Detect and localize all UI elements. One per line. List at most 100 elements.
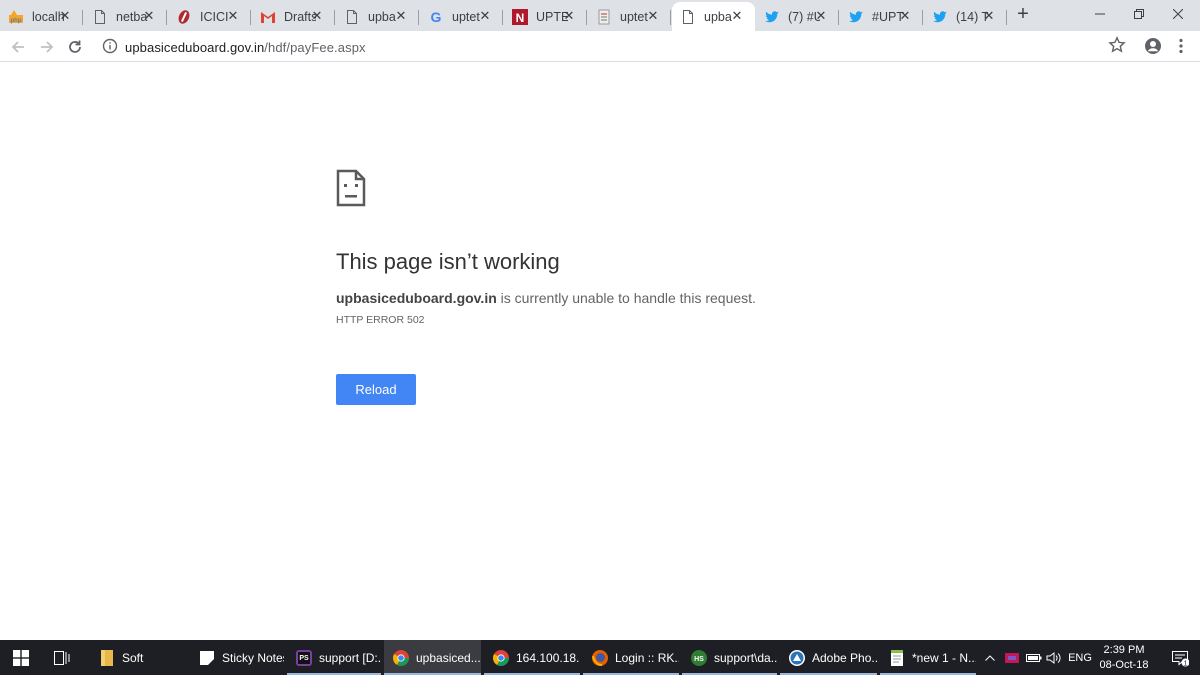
info-icon[interactable] [102, 38, 118, 54]
tab-close-icon[interactable]: ✕ [897, 8, 913, 24]
chrome-icon [392, 649, 410, 667]
account-icon[interactable] [1144, 37, 1162, 55]
back-button[interactable] [6, 35, 30, 59]
notepad-plus-icon [888, 649, 906, 667]
tab-separator [838, 10, 839, 25]
browser-tab[interactable]: php localh ✕ [0, 2, 83, 31]
sticky-notes-icon [198, 649, 216, 667]
tab-close-icon[interactable]: ✕ [645, 8, 661, 24]
windows-taskbar: Soft Sticky Notes PS support [D:... upbasice… [0, 640, 1200, 675]
taskbar-item-label: Sticky Notes [222, 650, 284, 665]
svg-text:HS: HS [694, 656, 704, 663]
task-view-icon [54, 650, 70, 665]
restore-icon [1134, 9, 1144, 19]
forward-button[interactable] [35, 35, 59, 59]
bookmark-star-icon[interactable] [1108, 36, 1126, 54]
taskbar-item[interactable]: *new 1 - N... [880, 640, 976, 675]
tab-close-icon[interactable]: ✕ [141, 8, 157, 24]
tab-close-icon[interactable]: ✕ [309, 8, 325, 24]
browser-tab[interactable]: Guptet ✕ [420, 2, 503, 31]
tab-close-icon[interactable]: ✕ [981, 8, 997, 24]
page-icon [92, 9, 108, 25]
page-icon [680, 9, 696, 25]
clock-date: 08-Oct-18 [1099, 659, 1149, 671]
taskbar-item[interactable]: Login :: RK... [583, 640, 679, 675]
tab-close-icon[interactable]: ✕ [477, 8, 493, 24]
reload-toolbar-button[interactable] [63, 35, 87, 59]
browser-tab[interactable]: Drafts ✕ [252, 2, 335, 31]
minimize-button[interactable] [1078, 0, 1122, 28]
browser-toolbar: upbasiceduboard.gov.in/hdf/payFee.aspx [0, 31, 1200, 62]
sad-page-icon [336, 169, 366, 207]
taskbar-item-label: *new 1 - N... [912, 650, 976, 665]
tab-close-icon[interactable]: ✕ [813, 8, 829, 24]
taskbar-item[interactable]: PS support [D:... [287, 640, 381, 675]
chrome-icon [492, 649, 510, 667]
taskbar-item[interactable]: Adobe Pho... [780, 640, 877, 675]
error-host: upbasiceduboard.gov.in [336, 290, 497, 306]
browser-tab[interactable]: upba ✕ [672, 2, 755, 31]
browser-tab[interactable]: uptet ✕ [588, 2, 671, 31]
tab-close-icon[interactable]: ✕ [225, 8, 241, 24]
taskbar-item[interactable]: upbasiced... [384, 640, 481, 675]
browser-tab[interactable]: netba ✕ [84, 2, 167, 31]
error-message: upbasiceduboard.gov.in is currently unab… [336, 290, 756, 306]
tab-close-icon[interactable]: ✕ [561, 8, 577, 24]
photoshop-icon [788, 649, 806, 667]
tab-close-icon[interactable]: ✕ [57, 8, 73, 24]
browser-tab[interactable]: (7) #U ✕ [756, 2, 839, 31]
show-hidden-icons-button[interactable] [980, 640, 1000, 675]
browser-tab[interactable]: ICICI ✕ [168, 2, 251, 31]
action-center-button[interactable]: 1 [1160, 640, 1200, 675]
twitter-icon [848, 9, 864, 25]
browser-tab[interactable]: (14) T ✕ [924, 2, 1007, 31]
reload-button[interactable]: Reload [336, 374, 416, 405]
task-view-button[interactable] [42, 640, 82, 675]
tab-separator [502, 10, 503, 25]
volume-button[interactable] [1044, 640, 1064, 675]
notification-count: 1 [1184, 660, 1188, 667]
tab-separator [922, 10, 923, 25]
speaker-icon [1046, 651, 1061, 664]
tray-app-button[interactable] [1002, 640, 1022, 675]
start-button[interactable] [0, 640, 42, 675]
tab-separator [166, 10, 167, 25]
close-window-button[interactable] [1156, 0, 1200, 28]
more-menu-icon[interactable] [1174, 37, 1188, 55]
taskbar-item[interactable]: Sticky Notes [190, 640, 284, 675]
tab-separator [334, 10, 335, 25]
taskbar-item-label: 164.100.18... [516, 650, 580, 665]
tab-strip: php localh ✕ netba ✕ ICICI ✕ Drafts ✕ upba ✕ Guptet… [0, 0, 1200, 31]
svg-text:php: php [11, 18, 22, 24]
url-host: upbasiceduboard.gov.in [125, 40, 265, 55]
browser-tab[interactable]: upba ✕ [336, 2, 419, 31]
battery-button[interactable] [1024, 640, 1044, 675]
new-tab-button[interactable]: + [1012, 4, 1034, 26]
tab-close-icon[interactable]: ✕ [729, 8, 745, 24]
tab-close-icon[interactable]: ✕ [393, 8, 409, 24]
arrow-left-icon [11, 41, 24, 53]
tray-app-icon [1005, 652, 1019, 663]
url-text[interactable]: upbasiceduboard.gov.in/hdf/payFee.aspx [125, 40, 366, 55]
browser-tab[interactable]: N UPTE ✕ [504, 2, 587, 31]
doc-icon [596, 9, 612, 25]
reload-icon [69, 40, 81, 53]
minimize-icon [1095, 13, 1105, 15]
pma-icon: php [8, 9, 24, 25]
taskbar-item-label: Login :: RK... [615, 650, 679, 665]
system-clock[interactable]: 2:39 PM 08-Oct-18 [1096, 643, 1152, 673]
page-icon [344, 9, 360, 25]
taskbar-item[interactable]: Soft [90, 640, 186, 675]
taskbar-item[interactable]: HS support\da... [682, 640, 777, 675]
error-message-text: is currently unable to handle this reque… [496, 290, 756, 306]
n-icon: N [512, 8, 528, 25]
language-indicator[interactable]: ENG [1066, 640, 1094, 675]
browser-tab[interactable]: #UPT ✕ [840, 2, 923, 31]
notification-icon: 1 [1172, 650, 1189, 667]
gmail-icon [260, 9, 276, 25]
restore-button[interactable] [1117, 0, 1161, 28]
twitter-icon [932, 9, 948, 25]
taskbar-item[interactable]: 164.100.18... [484, 640, 580, 675]
taskbar-item-label: Soft [122, 650, 144, 665]
address-bar[interactable]: upbasiceduboard.gov.in/hdf/payFee.aspx [96, 33, 1136, 60]
